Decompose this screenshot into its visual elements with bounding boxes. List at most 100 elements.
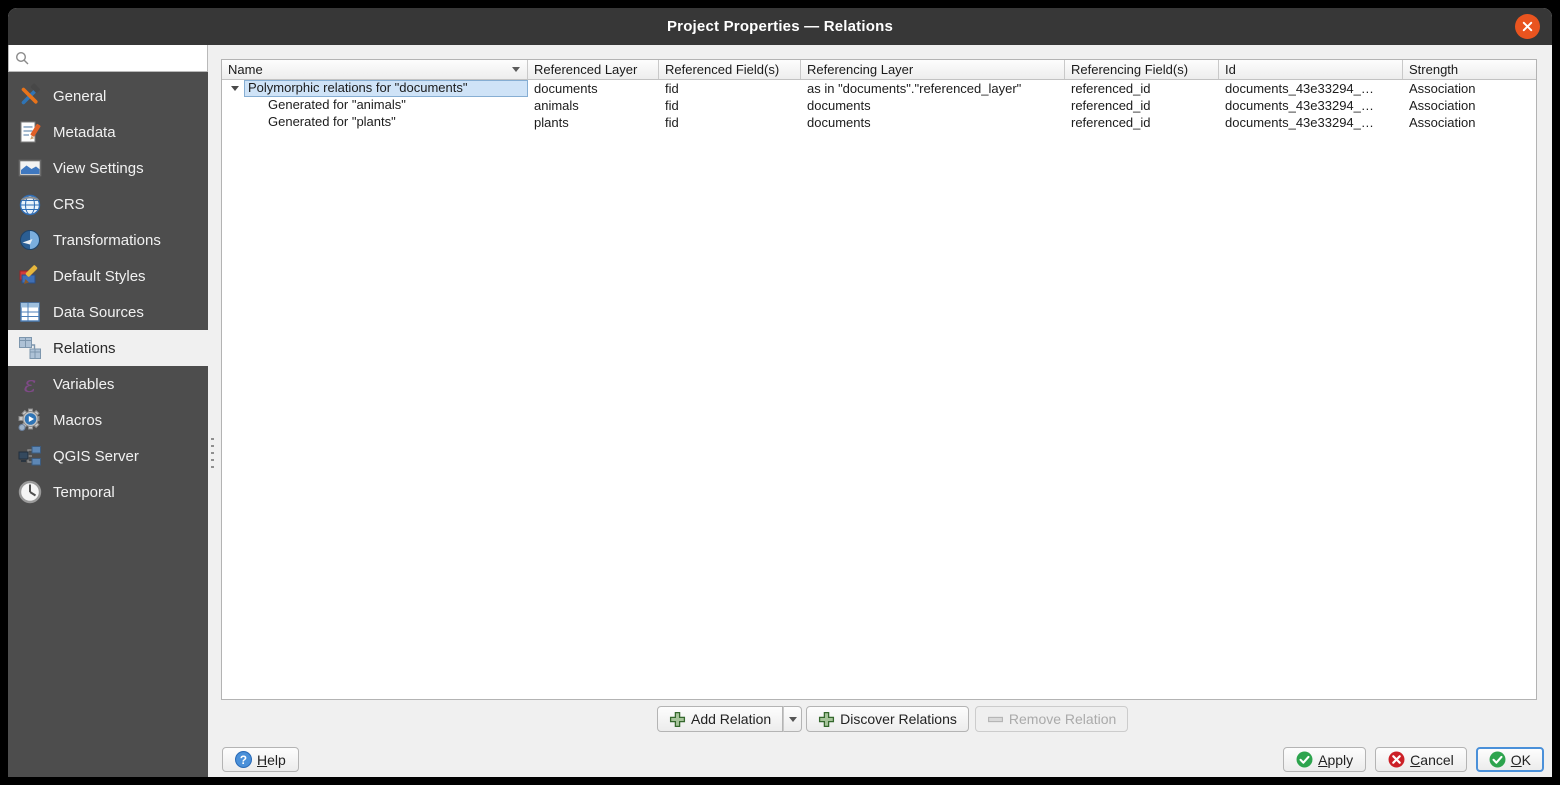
- id-cell[interactable]: documents_43e33294_…: [1219, 98, 1403, 113]
- cancel-x-icon: [1388, 751, 1405, 768]
- sidebar-item-label: Transformations: [53, 231, 161, 249]
- sidebar-item-view-settings[interactable]: View Settings: [8, 150, 208, 186]
- strength-cell[interactable]: Association: [1403, 81, 1536, 96]
- id-cell[interactable]: documents_43e33294_…: [1219, 115, 1403, 130]
- sidebar-item-label: View Settings: [53, 159, 144, 177]
- settings-sidebar: General Metadata View Settings CRS Trans…: [8, 45, 215, 777]
- sidebar-search-box: [8, 45, 215, 72]
- referenced-layer-cell[interactable]: plants: [528, 115, 659, 130]
- search-icon: [15, 51, 29, 64]
- relations-table: Name Referenced Layer Referenced Field(s…: [221, 59, 1537, 700]
- strength-cell[interactable]: Association: [1403, 115, 1536, 130]
- referenced-fields-cell[interactable]: fid: [659, 98, 801, 113]
- default-styles-brush-icon: [19, 265, 38, 284]
- referenced-fields-cell[interactable]: fid: [659, 115, 801, 130]
- svg-text:ε: ε: [24, 372, 36, 397]
- help-button[interactable]: ? Help: [222, 747, 299, 772]
- remove-relation-label: Remove Relation: [1008, 711, 1117, 727]
- cancel-label: Cancel: [1410, 751, 1454, 768]
- apply-check-icon: [1296, 751, 1313, 768]
- sidebar-item-variables[interactable]: ε Variables: [8, 366, 208, 402]
- dialog-title: Project Properties — Relations: [666, 18, 894, 35]
- qgis-server-icon: [18, 446, 41, 466]
- tree-expand-icon[interactable]: [231, 86, 239, 91]
- table-row-generated-plants[interactable]: Generated for "plants" plants fid docume…: [222, 114, 1536, 131]
- relations-panel: Name Referenced Layer Referenced Field(s…: [208, 45, 1552, 777]
- relations-table-header: Name Referenced Layer Referenced Field(s…: [222, 60, 1536, 80]
- relation-name-cell[interactable]: Polymorphic relations for "documents": [244, 80, 528, 97]
- help-icon: ?: [235, 751, 252, 768]
- close-button[interactable]: [1515, 14, 1540, 39]
- sidebar-item-label: General: [53, 87, 107, 105]
- sidebar-item-transformations[interactable]: Transformations: [8, 222, 208, 258]
- discover-relations-button[interactable]: Discover Relations: [806, 706, 969, 732]
- referencing-fields-cell[interactable]: referenced_id: [1065, 98, 1219, 113]
- titlebar: Project Properties — Relations: [8, 8, 1552, 45]
- relation-name-cell[interactable]: Generated for "animals": [222, 97, 528, 114]
- remove-relation-button[interactable]: Remove Relation: [974, 706, 1129, 732]
- sidebar-item-temporal[interactable]: Temporal: [8, 474, 208, 510]
- referencing-layer-cell[interactable]: as in "documents"."referenced_layer": [801, 81, 1065, 96]
- column-header-label: Id: [1225, 62, 1236, 77]
- column-header-strength[interactable]: Strength: [1403, 60, 1536, 79]
- sidebar-item-label: Temporal: [53, 483, 115, 501]
- sidebar-item-crs[interactable]: CRS: [8, 186, 208, 222]
- add-relation-button[interactable]: Add Relation: [657, 706, 784, 732]
- close-icon: [1522, 21, 1533, 32]
- ok-button[interactable]: OK: [1475, 747, 1544, 772]
- add-plus-icon: [669, 711, 686, 727]
- column-header-label: Referencing Layer: [807, 62, 914, 77]
- table-row-polymorphic-documents[interactable]: Polymorphic relations for "documents" do…: [222, 80, 1536, 97]
- sort-descending-icon: [512, 67, 520, 72]
- sidebar-item-relations[interactable]: Relations: [8, 330, 208, 366]
- column-header-referenced-layer[interactable]: Referenced Layer: [528, 60, 659, 79]
- ok-label: OK: [1510, 751, 1531, 768]
- data-sources-table-icon: [20, 302, 40, 322]
- sidebar-item-label: Data Sources: [53, 303, 144, 321]
- referencing-fields-cell[interactable]: referenced_id: [1065, 81, 1219, 96]
- table-row-generated-animals[interactable]: Generated for "animals" animals fid docu…: [222, 97, 1536, 114]
- sidebar-item-label: Metadata: [53, 123, 116, 141]
- sidebar-item-label: CRS: [53, 195, 85, 213]
- sidebar-item-label: Macros: [53, 411, 103, 429]
- column-header-id[interactable]: Id: [1219, 60, 1403, 79]
- column-header-referenced-fields[interactable]: Referenced Field(s): [659, 60, 801, 79]
- sidebar-splitter-handle[interactable]: [211, 438, 214, 472]
- column-header-label: Referenced Layer: [534, 62, 638, 77]
- referenced-layer-cell[interactable]: animals: [528, 98, 659, 113]
- temporal-clock-icon: [18, 480, 42, 504]
- sidebar-item-default-styles[interactable]: Default Styles: [8, 258, 208, 294]
- view-settings-icon: [18, 159, 42, 177]
- apply-button[interactable]: Apply: [1283, 747, 1367, 772]
- add-relation-dropdown-button[interactable]: [783, 706, 803, 732]
- sidebar-item-label: Default Styles: [53, 267, 146, 285]
- sidebar-item-metadata[interactable]: Metadata: [8, 114, 208, 150]
- column-header-referencing-layer[interactable]: Referencing Layer: [801, 60, 1065, 79]
- column-header-label: Strength: [1409, 62, 1459, 77]
- sidebar-item-macros[interactable]: Macros: [8, 402, 208, 438]
- discover-relations-label: Discover Relations: [840, 711, 957, 727]
- relation-actions: Add Relation Discover Relations Remove R…: [657, 706, 1129, 732]
- relations-icon: [19, 337, 41, 359]
- id-cell[interactable]: documents_43e33294_…: [1219, 81, 1403, 96]
- sidebar-item-label: QGIS Server: [53, 447, 139, 465]
- strength-cell[interactable]: Association: [1403, 98, 1536, 113]
- referenced-fields-cell[interactable]: fid: [659, 81, 801, 96]
- metadata-icon: [20, 121, 41, 143]
- sidebar-item-general[interactable]: General: [8, 78, 208, 114]
- sidebar-search-input[interactable]: [35, 45, 215, 71]
- footer-right: Apply Cancel OK: [1283, 747, 1544, 772]
- referencing-layer-cell[interactable]: documents: [801, 115, 1065, 130]
- help-label: Help: [257, 751, 286, 768]
- sidebar-item-qgis-server[interactable]: QGIS Server: [8, 438, 208, 474]
- cancel-button[interactable]: Cancel: [1375, 747, 1467, 772]
- sidebar-item-data-sources[interactable]: Data Sources: [8, 294, 208, 330]
- column-header-referencing-fields[interactable]: Referencing Field(s): [1065, 60, 1219, 79]
- macros-gear-icon: [18, 408, 40, 431]
- referencing-layer-cell[interactable]: documents: [801, 98, 1065, 113]
- relation-name-cell[interactable]: Generated for "plants": [222, 114, 528, 131]
- referencing-fields-cell[interactable]: referenced_id: [1065, 115, 1219, 130]
- column-header-name[interactable]: Name: [222, 60, 528, 79]
- referenced-layer-cell[interactable]: documents: [528, 81, 659, 96]
- add-relation-label: Add Relation: [691, 711, 772, 727]
